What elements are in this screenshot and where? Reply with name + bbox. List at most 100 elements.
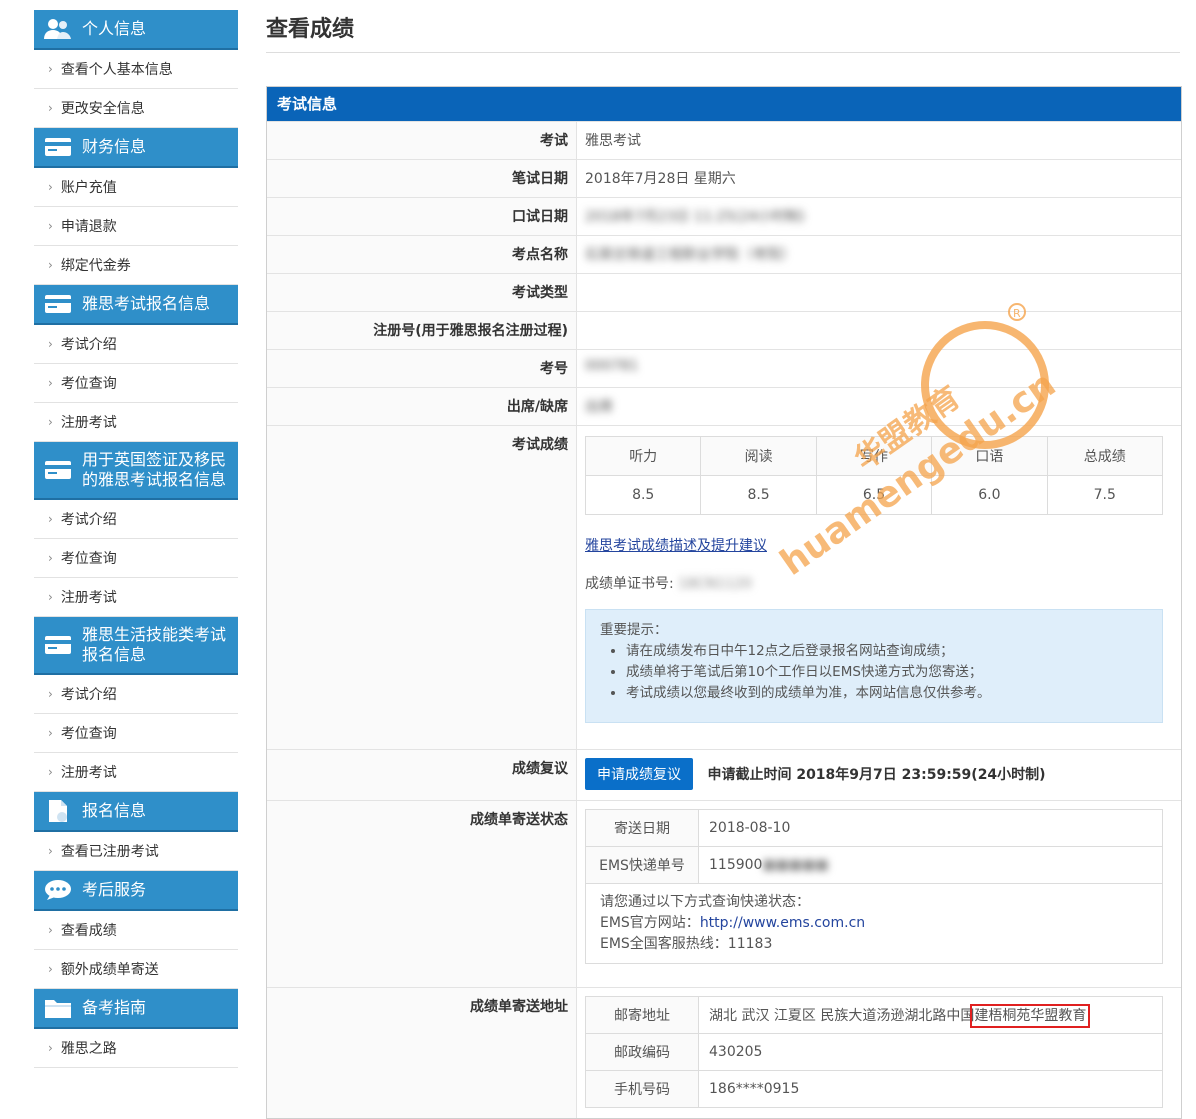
sidebar-item-label: 更改安全信息 — [60, 101, 145, 117]
sidebar-item-register-exam[interactable]: › 注册考试 — [34, 753, 238, 792]
row-label: 考试成绩 — [267, 426, 577, 749]
score-header: 写作 — [815, 436, 933, 476]
scores-cell: 听力 阅读 写作 口语 总成绩 8.5 8.5 6.5 6.0 7.5 雅思考试… — [577, 426, 1181, 749]
notice-item: 成绩单将于笔试后第10个工作日以EMS快递方式为您寄送； — [626, 662, 1146, 683]
delivery-value: 115900■■■■■ — [698, 846, 1163, 884]
sidebar-item-label: 考位查询 — [60, 726, 117, 742]
sidebar-item-view-scores[interactable]: › 查看成绩 — [34, 911, 238, 950]
row-label: 注册号(用于雅思报名注册过程) — [267, 312, 577, 349]
sidebar-item-voucher[interactable]: › 绑定代金券 — [34, 246, 238, 285]
row-label: 考试 — [267, 122, 577, 159]
row-label: 口试日期 — [267, 198, 577, 235]
row-label: 成绩单寄送地址 — [267, 988, 577, 1118]
folder-icon — [42, 996, 74, 1020]
chevron-right-icon: › — [48, 376, 53, 390]
address-key: 手机号码 — [585, 1070, 699, 1108]
sidebar-item-seat-search[interactable]: › 考位查询 — [34, 539, 238, 578]
row-value — [577, 274, 1181, 311]
sidebar-item-label: 考试介绍 — [60, 512, 117, 528]
sidebar-item-label: 雅思之路 — [60, 1041, 117, 1057]
sidebar-item-exam-intro[interactable]: › 考试介绍 — [34, 675, 238, 714]
info-row-review: 成绩复议 申请成绩复议 申请截止时间 2018年9月7日 23:59:59(24… — [267, 749, 1181, 800]
info-row-speaking-date: 口试日期 2018年7月23日 11:25(24小时制) — [267, 197, 1181, 235]
sidebar-item-view-basic-info[interactable]: › 查看个人基本信息 — [34, 50, 238, 89]
chevron-right-icon: › — [48, 962, 53, 976]
info-row-test-center: 考点名称 石家庄铁道工程职业学院（考院） — [267, 235, 1181, 273]
info-row-scores: 考试成绩 听力 阅读 写作 口语 总成绩 8.5 8.5 6.5 6.0 7.5… — [267, 425, 1181, 749]
sidebar-item-label: 注册考试 — [60, 415, 117, 431]
chevron-right-icon: › — [48, 765, 53, 779]
sidebar-section-post-test[interactable]: 考后服务 — [34, 871, 238, 911]
chevron-right-icon: › — [48, 62, 53, 76]
sidebar-item-label: 考试介绍 — [60, 687, 117, 703]
notice-item: 考试成绩以您最终收到的成绩单为准，本网站信息仅供参考。 — [626, 683, 1146, 704]
sidebar-item-seat-search[interactable]: › 考位查询 — [34, 364, 238, 403]
sidebar-item-view-registered[interactable]: › 查看已注册考试 — [34, 832, 238, 871]
sidebar-section-registration-info[interactable]: 报名信息 — [34, 792, 238, 832]
row-label: 考点名称 — [267, 236, 577, 273]
info-row-attendance: 出席/缺席 出席 — [267, 387, 1181, 425]
sidebar-item-recharge[interactable]: › 账户充值 — [34, 168, 238, 207]
sidebar-item-exam-intro[interactable]: › 考试介绍 — [34, 500, 238, 539]
row-label: 考试类型 — [267, 274, 577, 311]
sidebar-section-ukvi-registration[interactable]: 用于英国签证及移民的雅思考试报名信息 — [34, 442, 238, 500]
score-value: 8.5 — [700, 475, 817, 515]
ems-website-link[interactable]: http://www.ems.com.cn — [700, 915, 865, 931]
chevron-right-icon: › — [48, 590, 53, 604]
sidebar-item-exam-intro[interactable]: › 考试介绍 — [34, 325, 238, 364]
score-header: 口语 — [931, 436, 1048, 476]
row-label: 出席/缺席 — [267, 388, 577, 425]
card-icon — [42, 135, 74, 159]
highlighted-address: 建梧桐苑华盟教育 — [970, 1004, 1091, 1028]
trf-value: 18CN1120 — [678, 576, 752, 592]
sidebar-item-register-exam[interactable]: › 注册考试 — [34, 403, 238, 442]
row-value: 石家庄铁道工程职业学院（考院） — [585, 247, 795, 263]
tracking-site: EMS官方网站：http://www.ems.com.cn — [600, 913, 1148, 934]
chevron-right-icon: › — [48, 258, 53, 272]
delivery-value: 2018-08-10 — [698, 809, 1163, 847]
sidebar-item-label: 考试介绍 — [60, 337, 117, 353]
sidebar-item-label: 查看成绩 — [60, 923, 117, 939]
address-value: 430205 — [698, 1033, 1163, 1071]
sidebar-section-title: 雅思生活技能类考试报名信息 — [82, 625, 227, 664]
chevron-right-icon: › — [48, 923, 53, 937]
row-label: 成绩单寄送状态 — [267, 801, 577, 987]
sidebar-item-label: 申请退款 — [60, 219, 117, 235]
important-notice: 重要提示： 请在成绩发布日中午12点之后登录报名网站查询成绩； 成绩单将于笔试后… — [585, 609, 1163, 723]
row-value: 雅思考试 — [585, 133, 641, 149]
review-cell: 申请成绩复议 申请截止时间 2018年9月7日 23:59:59(24小时制) — [577, 750, 1181, 800]
page-title: 查看成绩 — [266, 0, 1180, 53]
sidebar-section-life-skills-registration[interactable]: 雅思生活技能类考试报名信息 — [34, 617, 238, 675]
sidebar: 个人信息 › 查看个人基本信息 › 更改安全信息 财务信息 › 账户充值 › 申请退款 … — [34, 10, 238, 1068]
score-value: 8.5 — [584, 475, 702, 515]
address-key: 邮政编码 — [585, 1033, 699, 1071]
apply-review-button[interactable]: 申请成绩复议 — [585, 758, 693, 790]
tracking-info: 请您通过以下方式查询快递状态： EMS官方网站：http://www.ems.c… — [585, 884, 1163, 964]
sidebar-item-label: 查看已注册考试 — [60, 844, 159, 860]
panel-title: 考试信息 — [267, 87, 1181, 121]
chevron-right-icon: › — [48, 726, 53, 740]
sidebar-item-ielts-road[interactable]: › 雅思之路 — [34, 1029, 238, 1068]
row-label: 考号 — [267, 350, 577, 387]
sidebar-item-register-exam[interactable]: › 注册考试 — [34, 578, 238, 617]
info-row-written-date: 笔试日期 2018年7月28日 星期六 — [267, 159, 1181, 197]
chevron-right-icon: › — [48, 1041, 53, 1055]
notice-item: 请在成绩发布日中午12点之后登录报名网站查询成绩； — [626, 641, 1146, 662]
sidebar-section-personal[interactable]: 个人信息 — [34, 10, 238, 50]
sidebar-section-finance[interactable]: 财务信息 — [34, 128, 238, 168]
trf-label: 成绩单证书号: — [585, 576, 674, 592]
row-value: 2018年7月28日 星期六 — [585, 171, 736, 187]
row-value: 出席 — [585, 399, 613, 415]
sidebar-section-prep-guide[interactable]: 备考指南 — [34, 989, 238, 1029]
sidebar-item-change-security[interactable]: › 更改安全信息 — [34, 89, 238, 128]
sidebar-item-refund[interactable]: › 申请退款 — [34, 207, 238, 246]
score-description-link[interactable]: 雅思考试成绩描述及提升建议 — [585, 535, 767, 555]
sidebar-item-label: 账户充值 — [60, 180, 117, 196]
sidebar-item-extra-trf[interactable]: › 额外成绩单寄送 — [34, 950, 238, 989]
sidebar-item-seat-search[interactable]: › 考位查询 — [34, 714, 238, 753]
card-icon — [42, 633, 74, 657]
card-icon — [42, 458, 74, 482]
sidebar-section-ielts-registration[interactable]: 雅思考试报名信息 — [34, 285, 238, 325]
score-value: 6.5 — [815, 475, 933, 515]
sidebar-section-title: 雅思考试报名信息 — [82, 294, 211, 313]
